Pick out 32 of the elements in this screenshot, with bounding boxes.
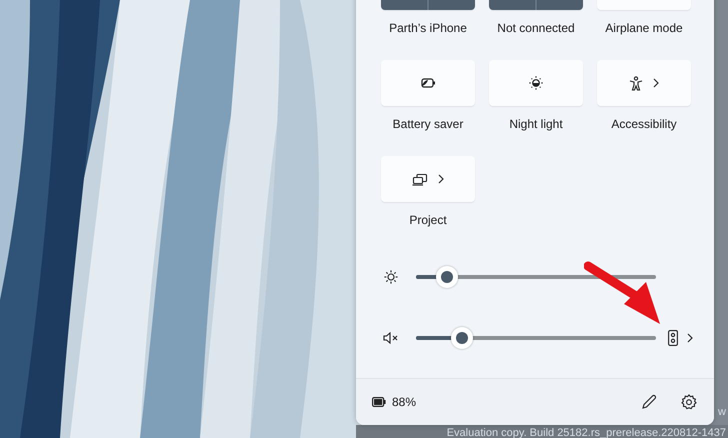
settings-icon	[681, 394, 697, 410]
slider-thumb[interactable]	[450, 327, 473, 349]
desktop-text: Evaluation copy. Build 25182.rs_prerelease.220812-1437	[446, 427, 726, 438]
battery-icon	[372, 397, 386, 407]
slider-track[interactable]	[416, 266, 656, 288]
battery-percentage: 88%	[392, 395, 416, 409]
brightness-icon	[384, 270, 398, 284]
tile-label: Night light	[509, 116, 563, 132]
pencil-icon	[641, 394, 657, 410]
tile-label: Parth’s iPhone	[389, 20, 467, 36]
desktop-text: w	[718, 406, 726, 418]
tile-label: Airplane mode	[605, 20, 683, 36]
tile-label: Battery saver	[392, 116, 464, 132]
tile-label: Project	[409, 212, 447, 228]
chevron-icon	[653, 78, 659, 88]
tile-label: Not connected	[497, 20, 575, 36]
chevron-icon	[438, 174, 444, 184]
quick-setting-tile[interactable]	[489, 60, 583, 106]
chevron-icon	[687, 333, 693, 343]
speaker-box-icon	[668, 330, 678, 346]
tile-label: Accessibility	[611, 116, 677, 132]
settings-button[interactable]	[681, 394, 697, 410]
quick-setting-tile[interactable]	[597, 60, 691, 106]
slider-track[interactable]	[416, 327, 656, 349]
sun-icon	[529, 76, 543, 90]
edit-button[interactable]	[641, 394, 657, 410]
quick-setting-tile[interactable]	[381, 156, 475, 202]
screens-icon	[412, 172, 428, 186]
slider-thumb[interactable]	[436, 266, 458, 288]
battery-leaf-icon	[420, 77, 436, 89]
quick-setting-tile[interactable]	[381, 60, 475, 106]
person-icon	[629, 76, 643, 90]
